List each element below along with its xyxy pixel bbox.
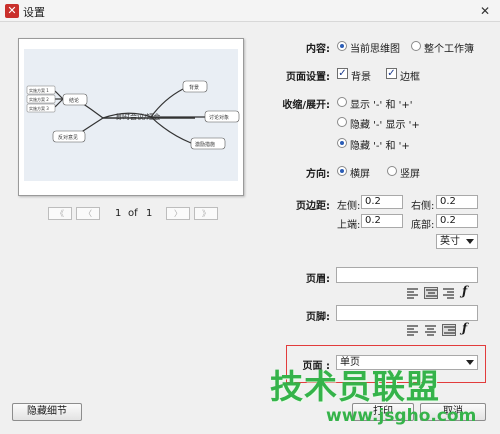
landscape-label: 横屏 [350,169,370,180]
align-left-icon[interactable] [406,287,420,299]
margin-right-input[interactable]: 0.2 [436,195,478,209]
map-subnode: 实施方案 1 [29,87,49,93]
landscape-radio[interactable] [337,166,347,176]
content-current-map-label: 当前思维图 [350,44,400,55]
align-center-icon[interactable] [424,287,438,299]
function-icon[interactable]: ƒ [462,284,467,298]
last-page-button[interactable]: 》 [194,207,218,220]
header-input[interactable] [336,267,478,283]
align-right-icon[interactable] [442,287,456,299]
map-subnode: 实施方案 2 [29,96,49,102]
border-checkbox[interactable]: ✓ [386,68,397,79]
footer-input[interactable] [336,305,478,321]
watermark-text: 技术员联盟 [270,367,440,406]
title-bar: ✕ 设置 ✕ [0,0,500,22]
margin-left-label: 左侧: [337,201,361,212]
margin-bottom-label: 底部: [411,220,435,231]
hide-minus-plus-label: 隐藏 '-' 和 '+ [350,141,410,152]
margin-unit-select[interactable]: 英寸 [436,234,478,249]
hide-minus-plus-radio[interactable] [337,138,347,148]
margin-bottom-input[interactable]: 0.2 [436,214,478,228]
watermark-logo: 技术员联盟 www.jsgho.com [270,360,500,434]
portrait-label: 竖屏 [400,169,420,180]
map-node: 结论 [69,97,79,104]
margins-label: 页边距: [296,201,330,212]
orientation-label: 方向: [306,169,330,180]
content-workbook-label: 整个工作簿 [424,44,474,55]
content-current-map-radio[interactable] [337,41,347,51]
watermark-url: www.jsgho.com [326,406,477,426]
margin-top-label: 上端: [337,220,361,231]
background-checkbox[interactable]: ✓ [337,68,348,79]
hide-details-button[interactable]: 隐藏细节 [12,403,82,421]
app-icon: ✕ [5,4,19,18]
hide-minus-show-plus-radio[interactable] [337,117,347,127]
content-workbook-radio[interactable] [411,41,421,51]
header-label: 页眉: [306,274,330,285]
align-center-icon[interactable] [424,324,438,336]
close-icon[interactable]: ✕ [478,4,492,18]
align-right-icon[interactable] [442,324,456,336]
portrait-radio[interactable] [387,166,397,176]
show-minus-plus-label: 显示 '-' 和 '+' [350,100,413,111]
function-icon[interactable]: ƒ [462,321,467,335]
mind-map-preview: 即时会议/短会 结论 反对意见 背景 讨论对象 激励措施 实施方案 1 实施方案… [26,80,240,150]
map-node: 激励措施 [195,141,215,148]
map-center-node: 即时会议/短会 [116,112,160,121]
map-node: 背景 [189,84,199,91]
page-current: 1 [115,208,122,219]
margin-left-input[interactable]: 0.2 [361,195,403,209]
hide-minus-show-plus-label: 隐藏 '-' 显示 '+ [350,120,420,131]
content-label: 内容: [306,44,330,55]
collapse-label: 收缩/展开: [282,100,330,111]
show-minus-plus-radio[interactable] [337,97,347,107]
margin-top-input[interactable]: 0.2 [361,214,403,228]
margin-right-label: 右侧: [411,201,435,212]
map-node: 讨论对象 [209,114,229,121]
background-label: 背景 [351,72,371,83]
align-left-icon[interactable] [406,324,420,336]
window-title: 设置 [23,6,45,19]
border-label: 边框 [400,72,420,83]
chevron-down-icon [466,239,474,244]
next-page-button[interactable]: 〉 [166,207,190,220]
page-setup-label: 页面设置: [286,72,330,83]
map-node: 反对意见 [58,134,78,141]
margin-unit-value: 英寸 [440,236,460,247]
print-preview: 即时会议/短会 结论 反对意见 背景 讨论对象 激励措施 实施方案 1 实施方案… [18,38,244,196]
footer-label: 页脚: [306,312,330,323]
prev-page-button[interactable]: 〈 [76,207,100,220]
map-subnode: 实施方案 3 [29,105,49,111]
page-of: of [128,208,138,219]
first-page-button[interactable]: 《 [48,207,72,220]
page-total: 1 [146,208,153,219]
